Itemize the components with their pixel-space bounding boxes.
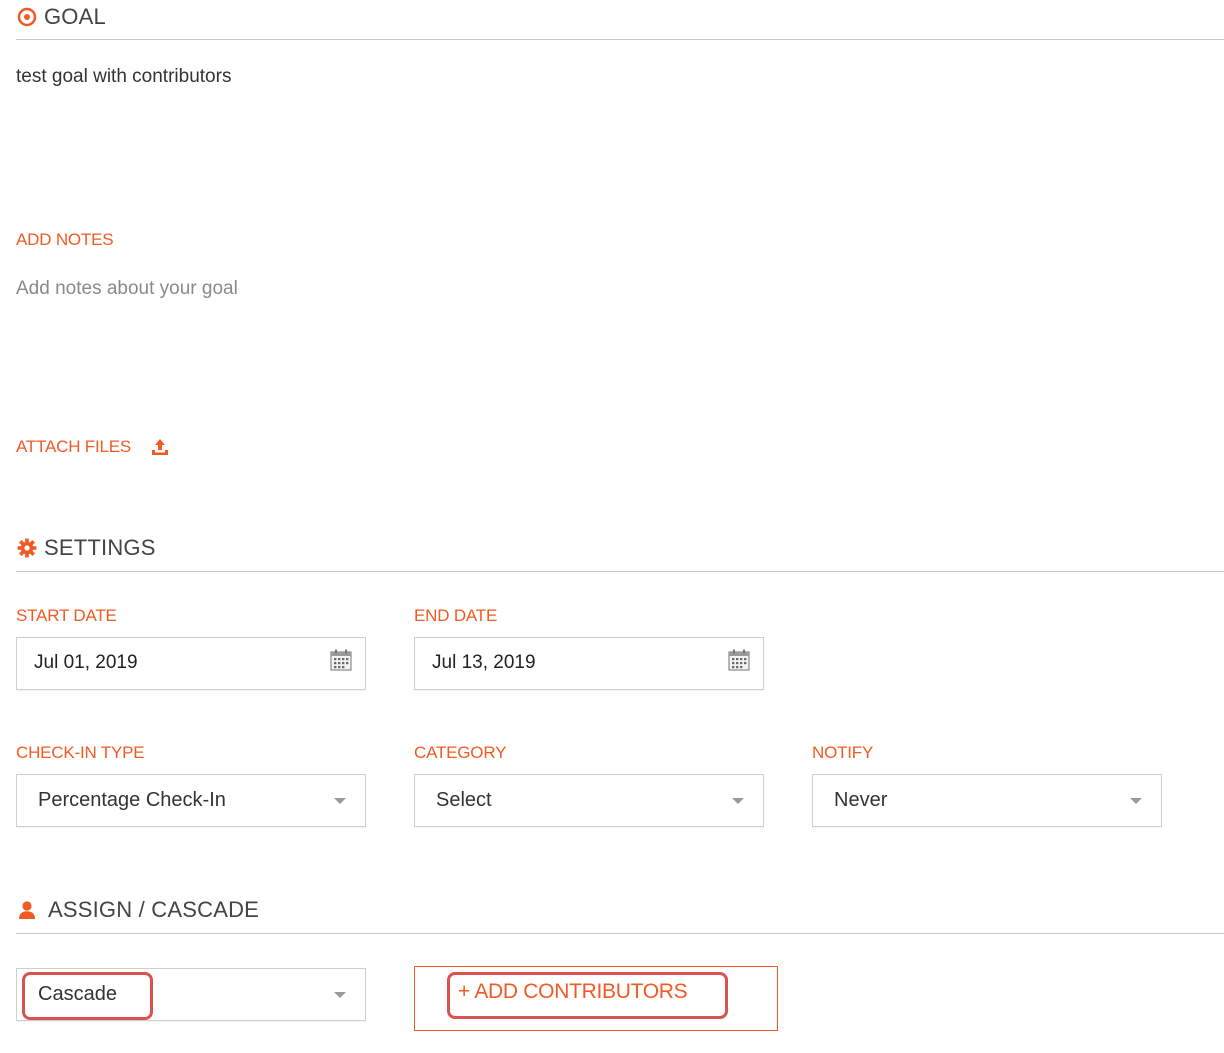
goal-form: GOAL test goal with contributors ADD NOT…: [0, 0, 1224, 1053]
notes-field[interactable]: Add notes about your goal: [16, 278, 238, 300]
upload-icon[interactable]: [150, 437, 170, 457]
assign-mode-value: Cascade: [38, 983, 117, 1005]
checkin-type-value: Percentage Check-In: [38, 789, 226, 811]
chevron-down-icon: [334, 992, 346, 998]
calendar-icon[interactable]: [727, 648, 751, 672]
checkin-type-select[interactable]: Percentage Check-In: [16, 774, 366, 827]
category-label: CATEGORY: [414, 743, 507, 762]
goal-section-title: GOAL: [44, 4, 106, 29]
assign-section-header: ASSIGN / CASCADE: [16, 897, 1224, 923]
target-icon: [16, 6, 38, 28]
attach-files-button[interactable]: ATTACH FILES: [16, 437, 170, 457]
start-date-label: START DATE: [16, 606, 117, 625]
category-select[interactable]: Select: [414, 774, 764, 827]
category-value: Select: [436, 789, 492, 811]
settings-section-title: SETTINGS: [44, 535, 156, 560]
assign-mode-select[interactable]: Cascade: [16, 968, 366, 1021]
end-date-label: END DATE: [414, 606, 498, 625]
chevron-down-icon: [1130, 798, 1142, 804]
notify-value: Never: [834, 789, 888, 811]
add-notes-label: ADD NOTES: [16, 230, 114, 249]
add-contributors-button[interactable]: + ADD CONTRIBUTORS: [414, 966, 778, 1031]
goal-section-header: GOAL: [16, 4, 1224, 30]
end-date-input[interactable]: Jul 13, 2019: [414, 637, 764, 690]
notify-label: NOTIFY: [812, 743, 874, 762]
settings-section-header: SETTINGS: [16, 535, 1224, 561]
settings-divider: [16, 571, 1224, 572]
goal-divider: [16, 39, 1224, 40]
add-contributors-label: + ADD CONTRIBUTORS: [458, 980, 688, 1003]
checkin-type-label: CHECK-IN TYPE: [16, 743, 145, 762]
attach-files-label: ATTACH FILES: [16, 437, 132, 456]
assign-section-title: ASSIGN / CASCADE: [48, 897, 260, 922]
goal-text-field[interactable]: test goal with contributors: [16, 66, 231, 88]
user-icon: [16, 899, 38, 921]
chevron-down-icon: [334, 798, 346, 804]
chevron-down-icon: [732, 798, 744, 804]
start-date-input[interactable]: Jul 01, 2019: [16, 637, 366, 690]
gear-icon: [16, 537, 38, 559]
notify-select[interactable]: Never: [812, 774, 1162, 827]
start-date-value: Jul 01, 2019: [34, 652, 138, 673]
assign-divider: [16, 933, 1224, 934]
calendar-icon[interactable]: [329, 648, 353, 672]
end-date-value: Jul 13, 2019: [432, 652, 536, 673]
